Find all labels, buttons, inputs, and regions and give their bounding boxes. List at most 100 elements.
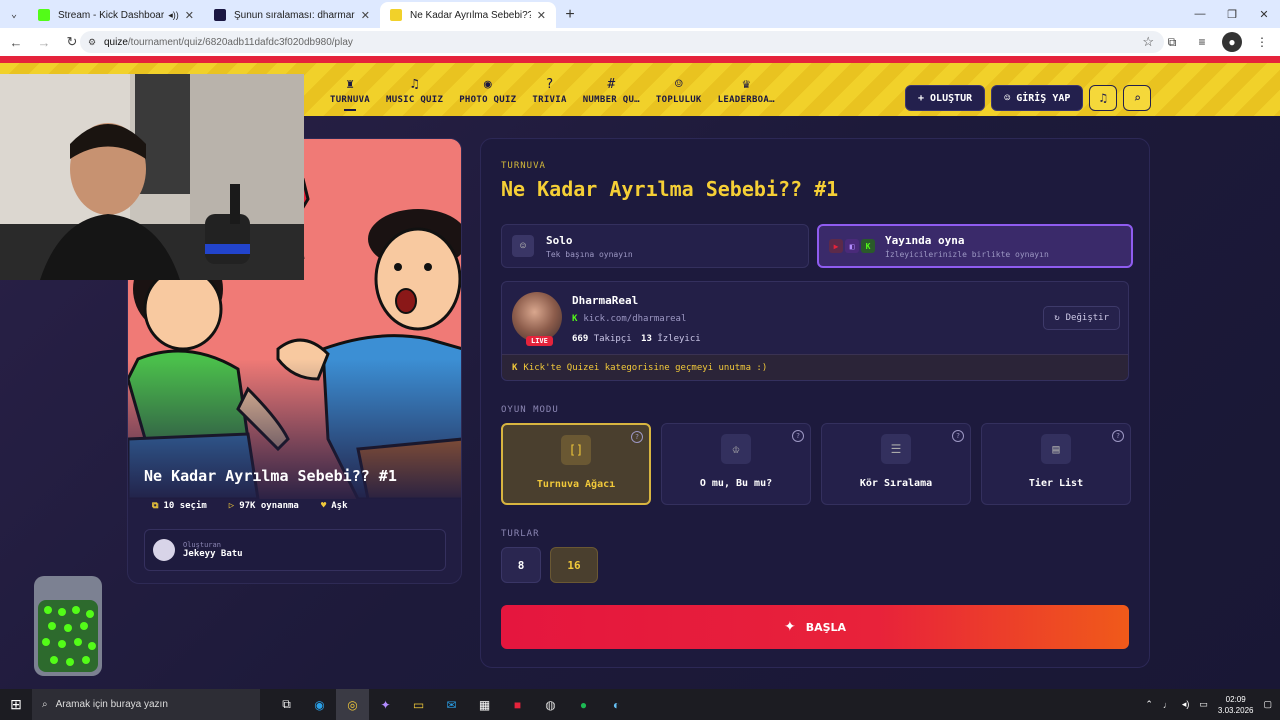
round-option-16[interactable]: 16 — [550, 547, 598, 583]
mode-tournament-bracket[interactable]: ? [] Turnuva Ağacı — [501, 423, 651, 505]
note-text: Kick'te Quizei kategorisine geçmeyi unut… — [523, 362, 768, 373]
store-icon[interactable]: ▦ — [468, 689, 501, 720]
create-button[interactable]: + OLUŞTUR — [905, 85, 986, 111]
live-badge: LIVE — [526, 336, 553, 346]
volume-icon[interactable]: ◂) — [1182, 699, 1190, 710]
start-button[interactable]: ✦ BAŞLA — [501, 605, 1129, 649]
tab-title: Ne Kadar Ayrılma Sebebi?? #1 - — [410, 9, 531, 21]
change-streamer-button[interactable]: ↻ Değiştir — [1043, 306, 1120, 330]
round-option-8[interactable]: 8 — [501, 547, 541, 583]
network-icon[interactable]: ▭ — [1199, 699, 1208, 710]
help-icon[interactable]: ? — [1112, 430, 1124, 442]
file-explorer-icon[interactable]: ▭ — [402, 689, 435, 720]
tab-search-icon[interactable]: ⌄ — [0, 0, 28, 28]
url-path: /tournament/quiz/6820adb11dafdc3f020db98… — [127, 36, 353, 48]
profile-avatar[interactable]: ● — [1222, 32, 1242, 52]
task-view-icon[interactable]: ⧉ — [270, 689, 303, 720]
close-tab-icon[interactable]: ✕ — [537, 9, 546, 22]
kick-icon: K — [861, 239, 875, 253]
nav-item-topluluk[interactable]: ☺ TOPLULUK — [652, 77, 706, 111]
new-tab-button[interactable]: + — [556, 2, 584, 28]
clock[interactable]: 02:09 3.03.2026 — [1218, 694, 1254, 716]
back-icon[interactable]: ← — [4, 30, 28, 54]
stream-subtitle: İzleyicilerinizle birlikte oynayın — [885, 249, 1049, 259]
steam-icon[interactable]: ◐ — [600, 689, 633, 720]
tab-2[interactable]: Ne Kadar Ayrılma Sebebi?? #1 - ✕ — [380, 2, 556, 28]
tab-1[interactable]: Şunun sıralaması: dharmareal | ✕ — [204, 2, 380, 28]
login-button[interactable]: ☺ GİRİŞ YAP — [991, 85, 1084, 111]
help-icon[interactable]: ? — [952, 430, 964, 442]
nav-item-leaderboard[interactable]: ♛ LEADERBOA… — [714, 77, 779, 111]
nav-item-trivia[interactable]: ? TRIVIA — [528, 77, 570, 111]
extensions-icon[interactable]: ⧉ — [1162, 32, 1182, 52]
nav-item-music-quiz[interactable]: ♫ MUSIC QUIZ — [382, 77, 447, 111]
plays-text: 97K oynanma — [239, 501, 299, 511]
kick-jar-widget — [34, 576, 102, 676]
mode-blind-ranking[interactable]: ? ☰ Kör Sıralama — [821, 423, 971, 505]
nav-item-photo-quiz[interactable]: ◉ PHOTO QUIZ — [455, 77, 520, 111]
close-tab-icon[interactable]: ✕ — [185, 9, 194, 22]
change-label: Değiştir — [1065, 313, 1109, 323]
help-icon[interactable]: ? — [631, 431, 643, 443]
notifications-icon[interactable]: ▢ — [1263, 699, 1272, 710]
followers-count: 669 — [572, 334, 589, 344]
tab-0[interactable]: Stream - Kick Dashboard ◂)) ✕ — [28, 2, 204, 28]
bracket-icon: [] — [561, 435, 591, 465]
user-icon: ☺ — [512, 235, 534, 257]
close-tab-icon[interactable]: ✕ — [361, 9, 370, 22]
restore-icon[interactable]: ❐ — [1216, 0, 1248, 28]
media-icon[interactable]: ≡ — [1192, 32, 1212, 52]
close-window-icon[interactable]: ✕ — [1248, 0, 1280, 28]
mail-icon[interactable]: ✉ — [435, 689, 468, 720]
notifications-bell-icon[interactable]: ♫ — [1089, 85, 1118, 111]
nav-item-turnuva[interactable]: ♜ TURNUVA — [326, 77, 374, 111]
bookmark-star-icon[interactable]: ☆ — [1142, 34, 1154, 50]
nav-item-number-quiz[interactable]: # NUMBER QU… — [579, 77, 644, 111]
audio-icon[interactable]: ◂)) — [168, 10, 179, 21]
windows-start-icon[interactable]: ⊞ — [0, 689, 32, 720]
clock-time: 02:09 — [1225, 694, 1246, 704]
quizei-favicon-icon — [214, 9, 226, 21]
copilot-icon[interactable]: ✦ — [369, 689, 402, 720]
chevron-up-icon[interactable]: ⌃ — [1145, 699, 1153, 710]
plays-count: ▷ 97K oynanma — [229, 501, 299, 511]
panel-title: Ne Kadar Ayrılma Sebebi?? #1 — [501, 177, 839, 201]
nav-label: TURNUVA — [330, 95, 370, 111]
user-icon: ☺ — [1004, 92, 1011, 104]
kick-favicon-icon — [38, 9, 50, 21]
url-host: quize — [104, 36, 128, 48]
browser-tab-bar: ⌄ Stream - Kick Dashboard ◂)) ✕ Şunun sı… — [0, 0, 1280, 28]
microphone-icon[interactable]: ♩ — [1163, 700, 1172, 710]
forward-icon[interactable]: → — [32, 30, 56, 54]
tier-list-icon: ▤ — [1041, 434, 1071, 464]
taskbar-search-placeholder: Aramak için buraya yazın — [55, 699, 168, 710]
creator-box[interactable]: Oluşturan Jekeyy Batu — [144, 529, 446, 571]
help-icon[interactable]: ? — [792, 430, 804, 442]
mode-this-or-that[interactable]: ? ♔ O mu, Bu mu? — [661, 423, 811, 505]
streamer-url-row: Kkick.com/dharmareal — [572, 314, 686, 324]
mode-tier-list[interactable]: ? ▤ Tier List — [981, 423, 1131, 505]
solo-subtitle: Tek başına oynayın — [546, 249, 633, 259]
menu-icon[interactable]: ⋮ — [1252, 32, 1272, 52]
chrome-icon[interactable]: ◎ — [336, 689, 369, 720]
nav-label: NUMBER QU… — [582, 95, 640, 105]
edge-icon[interactable]: ◉ — [303, 689, 336, 720]
url-input[interactable]: ⚙ quize /tournament/quiz/6820adb11dafdc3… — [80, 31, 1164, 53]
stream-mode-option[interactable]: ▶ ◧ K Yayında oyna İzleyicilerinizle bir… — [817, 224, 1133, 268]
system-tray: ⌃ ♩ ◂) ▭ 02:09 3.03.2026 ▢ — [1145, 689, 1272, 720]
spotify-icon[interactable]: ● — [567, 689, 600, 720]
minimize-icon[interactable]: — — [1184, 0, 1216, 28]
app-red-icon[interactable]: ■ — [501, 689, 534, 720]
search-icon[interactable]: ⌕ — [1123, 85, 1152, 111]
creator-avatar — [153, 539, 175, 561]
ordered-list-icon: ☰ — [881, 434, 911, 464]
taskbar-search-input[interactable]: ⌕ Aramak için buraya yazın — [32, 689, 260, 720]
category-tag[interactable]: ♥ Aşk — [321, 501, 348, 511]
clock-date: 3.03.2026 — [1217, 705, 1254, 715]
obs-icon[interactable]: ◍ — [534, 689, 567, 720]
heart-icon: ♥ — [320, 501, 327, 511]
camera-icon: ◉ — [483, 77, 492, 92]
streamer-card: LIVE DharmaReal Kkick.com/dharmareal 669… — [501, 281, 1129, 381]
solo-mode-option[interactable]: ☺ Solo Tek başına oynayın — [501, 224, 809, 268]
site-info-icon[interactable]: ⚙ — [88, 37, 96, 48]
